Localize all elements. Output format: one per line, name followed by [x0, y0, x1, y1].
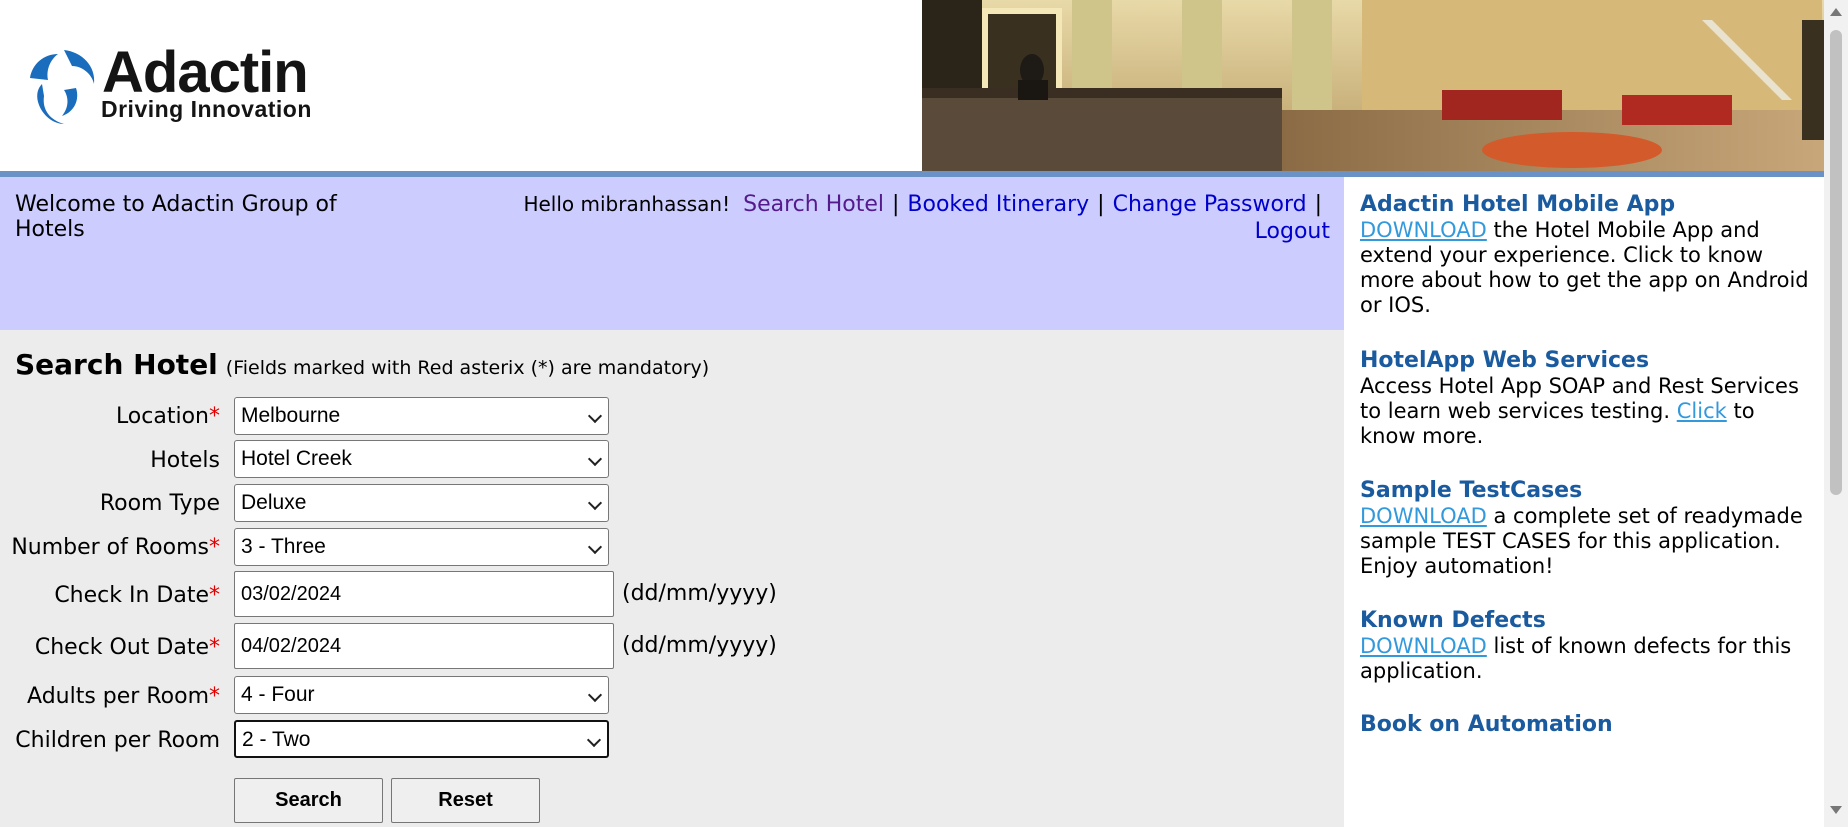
chevron-down-icon — [587, 495, 603, 511]
nav-search-hotel-link[interactable]: Search Hotel — [743, 192, 884, 217]
book-automation-block: Book on Automation — [1360, 712, 1810, 738]
location-label: Location* — [115, 404, 220, 429]
check-in-format-hint: (dd/mm/yyyy) — [622, 581, 777, 606]
page-title: Search Hotel — [15, 348, 218, 381]
test-cases-title: Sample TestCases — [1360, 478, 1583, 503]
nav-logout-link[interactable]: Logout — [1255, 219, 1330, 244]
known-defects-block: Known Defects DOWNLOAD list of known def… — [1360, 608, 1810, 684]
mobile-app-title: Adactin Hotel Mobile App — [1360, 192, 1676, 217]
hotels-select[interactable]: Hotel Creek — [234, 440, 609, 478]
check-in-date-input[interactable]: 03/02/2024 — [234, 571, 614, 617]
check-in-label: Check In Date* — [54, 583, 220, 608]
location-select[interactable]: Melbourne — [234, 397, 609, 435]
logo-wordmark: Adactin — [102, 40, 309, 105]
book-automation-title: Book on Automation — [1360, 712, 1613, 737]
room-type-select[interactable]: Deluxe — [234, 484, 609, 522]
known-defects-title: Known Defects — [1360, 608, 1546, 633]
children-label: Children per Room — [15, 728, 220, 753]
check-out-label: Check Out Date* — [34, 635, 220, 660]
check-out-date-input[interactable]: 04/02/2024 — [234, 623, 614, 669]
vertical-scrollbar[interactable] — [1824, 0, 1848, 827]
adults-select[interactable]: 4 - Four — [234, 676, 609, 714]
chevron-down-icon — [586, 732, 602, 748]
scrollbar-thumb[interactable] — [1830, 30, 1842, 495]
search-button[interactable]: Search — [234, 778, 383, 823]
greeting: Hello mibranhassan! — [523, 192, 731, 216]
check-out-format-hint: (dd/mm/yyyy) — [622, 633, 777, 658]
scroll-up-arrow-icon[interactable] — [1830, 8, 1842, 16]
web-services-block: HotelApp Web Services Access Hotel App S… — [1360, 348, 1810, 449]
form-heading: Search Hotel (Fields marked with Red aste… — [15, 348, 709, 381]
scroll-down-arrow-icon[interactable] — [1830, 806, 1842, 814]
mobile-app-download-link[interactable]: DOWNLOAD — [1360, 218, 1487, 242]
known-defects-download-link[interactable]: DOWNLOAD — [1360, 634, 1487, 658]
header: Adactin Driving Innovation — [0, 0, 1825, 171]
web-services-title: HotelApp Web Services — [1360, 348, 1650, 373]
children-select[interactable]: 2 - Two — [234, 720, 609, 758]
adactin-logo: Adactin Driving Innovation — [20, 44, 350, 134]
hotels-label: Hotels — [150, 448, 220, 473]
mandatory-note: (Fields marked with Red asterix (*) are … — [225, 357, 710, 379]
chevron-down-icon — [587, 687, 603, 703]
nav-separator: | — [891, 192, 900, 217]
adults-label: Adults per Room* — [27, 684, 220, 709]
nav-separator: | — [1097, 192, 1105, 217]
adactin-swirl-icon — [30, 50, 95, 124]
mobile-app-block: Adactin Hotel Mobile App DOWNLOAD the Ho… — [1360, 192, 1810, 318]
nav-booked-itinerary-link[interactable]: Booked Itinerary — [907, 192, 1089, 217]
room-type-label: Room Type — [99, 491, 220, 516]
rooms-label: Number of Rooms* — [11, 535, 220, 560]
chevron-down-icon — [587, 451, 603, 467]
test-cases-download-link[interactable]: DOWNLOAD — [1360, 504, 1487, 528]
user-nav: Hello mibranhassan! Search Hotel | Booked … — [510, 191, 1330, 245]
hotel-lobby-image — [922, 0, 1825, 171]
reset-button[interactable]: Reset — [391, 778, 540, 823]
nav-band: Welcome to Adactin Group of Hotels Hello… — [0, 177, 1344, 330]
test-cases-block: Sample TestCases DOWNLOAD a complete set… — [1360, 478, 1810, 579]
welcome-text: Welcome to Adactin Group of Hotels — [15, 192, 337, 242]
web-services-click-link[interactable]: Click — [1677, 399, 1727, 423]
chevron-down-icon — [587, 408, 603, 424]
rooms-select[interactable]: 3 - Three — [234, 528, 609, 566]
logo-tagline: Driving Innovation — [101, 96, 312, 122]
chevron-down-icon — [587, 539, 603, 555]
nav-change-password-link[interactable]: Change Password — [1113, 192, 1307, 217]
nav-separator: | — [1314, 192, 1322, 217]
